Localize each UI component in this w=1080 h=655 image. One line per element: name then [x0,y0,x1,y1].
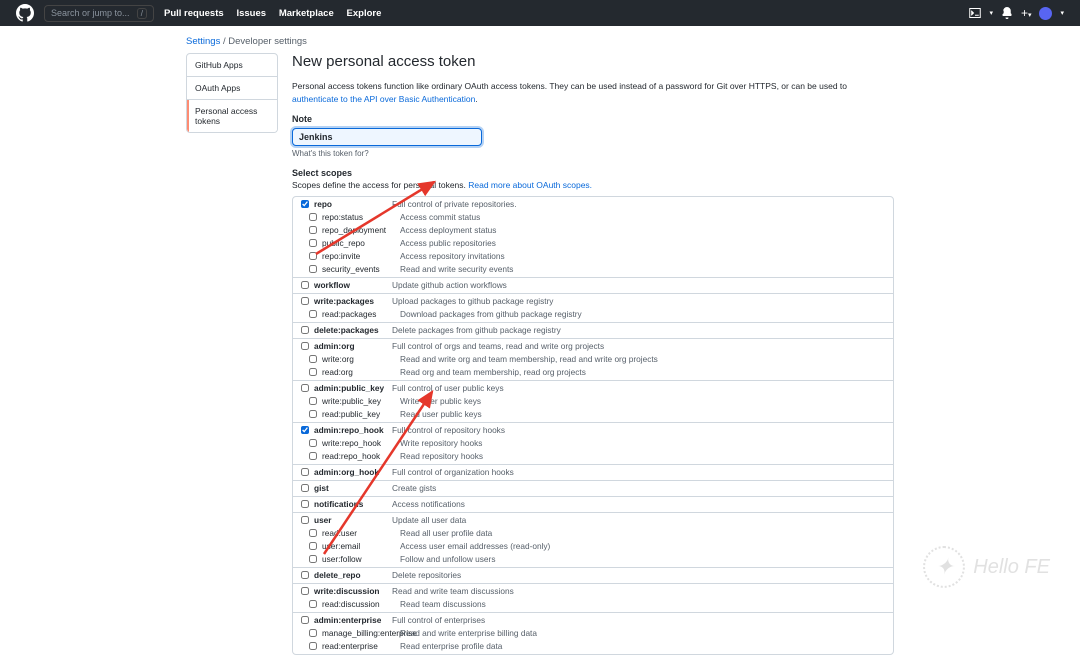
sidebar-item-personal-tokens[interactable]: Personal access tokens [187,100,277,132]
scope-repo_deployment[interactable]: repo_deploymentAccess deployment status [293,224,893,237]
scope-workflow[interactable]: workflowUpdate github action workflows [293,279,893,292]
scope-read-public_key[interactable]: read:public_keyRead user public keys [293,408,893,421]
page-title: New personal access token [292,53,894,70]
scope-checkbox[interactable] [301,281,309,289]
nav-explore[interactable]: Explore [347,8,382,19]
scope-read-org[interactable]: read:orgRead org and team membership, re… [293,366,893,379]
scope-delete_repo[interactable]: delete_repoDelete repositories [293,569,893,582]
scope-checkbox[interactable] [309,310,317,318]
scope-checkbox[interactable] [301,468,309,476]
scope-checkbox[interactable] [309,452,317,460]
global-header: Search or jump to.../ Pull requests Issu… [0,0,1080,26]
scope-admin-enterprise[interactable]: admin:enterpriseFull control of enterpri… [293,614,893,627]
scope-admin-repo_hook[interactable]: admin:repo_hookFull control of repositor… [293,424,893,437]
page-description: Personal access tokens function like ord… [292,80,894,106]
scope-checkbox[interactable] [301,616,309,624]
nav-marketplace[interactable]: Marketplace [279,8,334,19]
scope-checkbox[interactable] [309,355,317,363]
avatar[interactable] [1039,7,1052,20]
scope-read-packages[interactable]: read:packagesDownload packages from gith… [293,308,893,321]
search-input[interactable]: Search or jump to.../ [44,5,154,22]
scope-notifications[interactable]: notificationsAccess notifications [293,498,893,511]
scope-checkbox[interactable] [309,629,317,637]
breadcrumb: Settings / Developer settings [170,26,910,53]
scope-repo[interactable]: repoFull control of private repositories… [293,198,893,211]
scope-manage_billing-enterprise[interactable]: manage_billing:enterpriseRead and write … [293,627,893,640]
scope-gist[interactable]: gistCreate gists [293,482,893,495]
scope-read-enterprise[interactable]: read:enterpriseRead enterprise profile d… [293,640,893,653]
scope-admin-org[interactable]: admin:orgFull control of orgs and teams,… [293,340,893,353]
scope-checkbox[interactable] [309,265,317,273]
scope-security_events[interactable]: security_eventsRead and write security e… [293,263,893,276]
sidebar: GitHub Apps OAuth Apps Personal access t… [186,53,278,655]
breadcrumb-current: Developer settings [228,36,307,47]
scope-checkbox[interactable] [301,426,309,434]
scope-checkbox[interactable] [301,326,309,334]
scope-checkbox[interactable] [309,368,317,376]
scope-user[interactable]: userUpdate all user data [293,514,893,527]
scope-checkbox[interactable] [301,500,309,508]
note-hint: What's this token for? [292,149,894,158]
scope-checkbox[interactable] [309,410,317,418]
scope-checkbox[interactable] [309,213,317,221]
content: New personal access token Personal acces… [292,53,894,655]
plus-icon[interactable]: +▾ [1021,6,1032,20]
scope-checkbox[interactable] [309,542,317,550]
scope-checkbox[interactable] [309,642,317,650]
select-scopes-title: Select scopes [292,168,894,178]
nav-issues[interactable]: Issues [236,8,266,19]
scope-checkbox[interactable] [309,439,317,447]
scope-public_repo[interactable]: public_repoAccess public repositories [293,237,893,250]
github-logo-icon[interactable] [16,4,34,22]
scope-write-discussion[interactable]: write:discussionRead and write team disc… [293,585,893,598]
scope-checkbox[interactable] [309,600,317,608]
sidebar-item-oauth-apps[interactable]: OAuth Apps [187,77,277,100]
scope-checkbox[interactable] [309,397,317,405]
scope-checkbox[interactable] [309,252,317,260]
watermark: ✦Hello FE [923,546,1050,588]
note-input[interactable] [292,128,482,146]
note-label: Note [292,114,894,124]
bell-icon[interactable] [1001,7,1013,19]
breadcrumb-settings[interactable]: Settings [186,36,220,47]
nav-pull-requests[interactable]: Pull requests [164,8,224,19]
scope-checkbox[interactable] [301,516,309,524]
scope-checkbox[interactable] [301,297,309,305]
nav-links: Pull requests Issues Marketplace Explore [164,8,391,19]
scope-checkbox[interactable] [309,555,317,563]
sidebar-item-github-apps[interactable]: GitHub Apps [187,54,277,77]
scope-delete-packages[interactable]: delete:packagesDelete packages from gith… [293,324,893,337]
scope-read-user[interactable]: read:userRead all user profile data [293,527,893,540]
scope-write-public_key[interactable]: write:public_keyWrite user public keys [293,395,893,408]
scope-checkbox[interactable] [309,226,317,234]
scope-admin-public_key[interactable]: admin:public_keyFull control of user pub… [293,382,893,395]
scope-checkbox[interactable] [301,571,309,579]
scope-checkbox[interactable] [309,529,317,537]
scope-repo-status[interactable]: repo:statusAccess commit status [293,211,893,224]
auth-link[interactable]: authenticate to the API over Basic Authe… [292,94,475,104]
scope-checkbox[interactable] [301,342,309,350]
scope-checkbox[interactable] [301,587,309,595]
command-palette-icon[interactable] [969,7,981,19]
scopes-link[interactable]: Read more about OAuth scopes. [468,180,592,190]
scope-write-packages[interactable]: write:packagesUpload packages to github … [293,295,893,308]
scope-write-org[interactable]: write:orgRead and write org and team mem… [293,353,893,366]
scope-write-repo_hook[interactable]: write:repo_hookWrite repository hooks [293,437,893,450]
slash-key-icon: / [137,8,147,19]
scope-user-email[interactable]: user:emailAccess user email addresses (r… [293,540,893,553]
scope-user-follow[interactable]: user:followFollow and unfollow users [293,553,893,566]
scope-checkbox[interactable] [301,200,309,208]
scope-admin-org_hook[interactable]: admin:org_hookFull control of organizati… [293,466,893,479]
scope-checkbox[interactable] [301,384,309,392]
scope-checkbox[interactable] [309,239,317,247]
scope-read-discussion[interactable]: read:discussionRead team discussions [293,598,893,611]
scope-repo-invite[interactable]: repo:inviteAccess repository invitations [293,250,893,263]
scopes-description: Scopes define the access for personal to… [292,180,894,190]
scope-checkbox[interactable] [301,484,309,492]
scope-read-repo_hook[interactable]: read:repo_hookRead repository hooks [293,450,893,463]
scopes-list: repoFull control of private repositories… [292,196,894,655]
